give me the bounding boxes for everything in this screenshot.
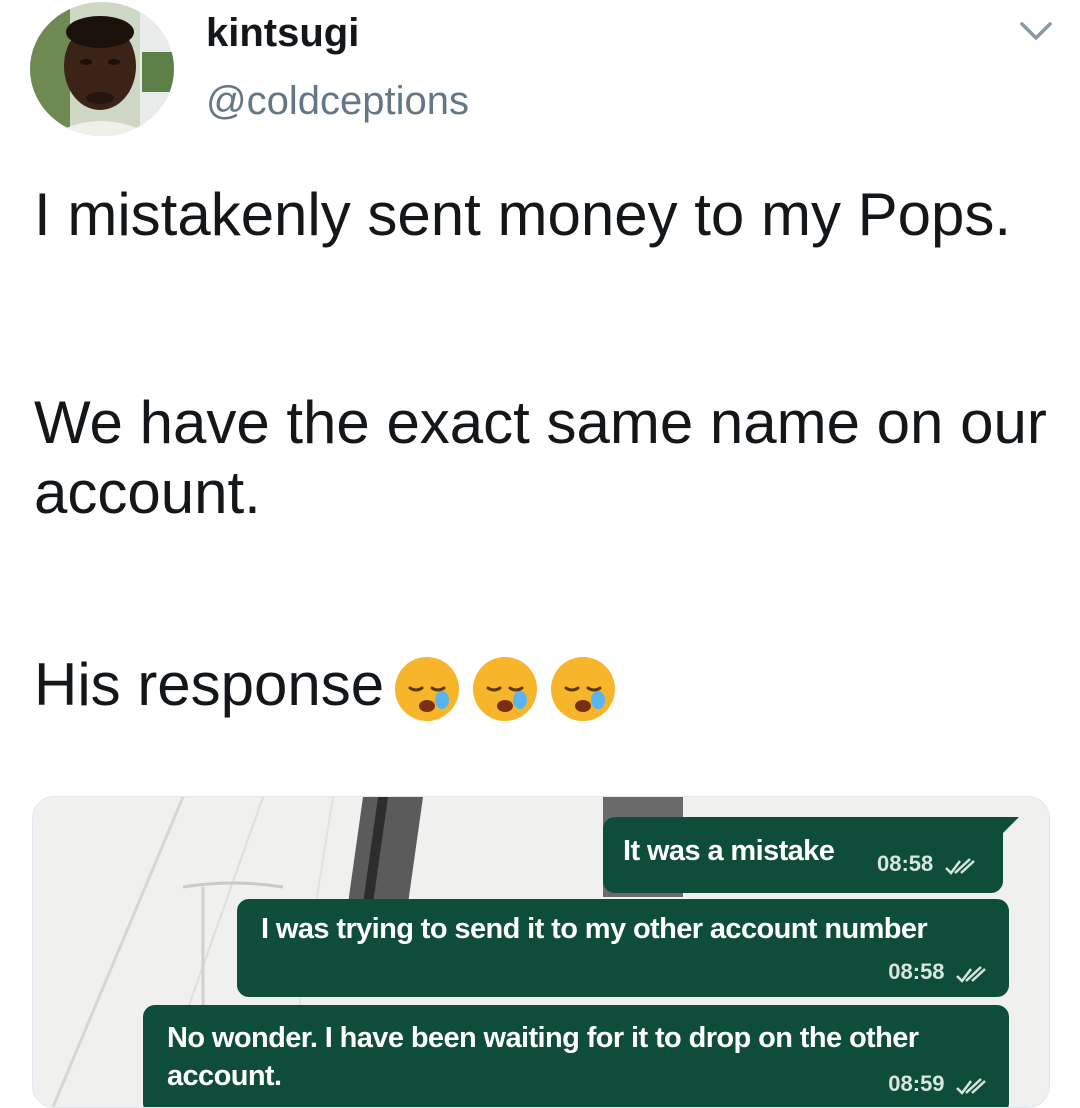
double-tick-icon [956, 965, 986, 983]
tweet-media-image[interactable]: It was a mistake 08:58 I was trying to s… [32, 796, 1050, 1108]
chat-message-text: I was trying to send it to my other acco… [261, 913, 928, 945]
sleepy-face-emoji [473, 657, 538, 722]
tweet-line-3-text: His response [34, 651, 385, 718]
chat-message-text: No wonder. I have been waiting for it to… [167, 1022, 919, 1092]
chat-message-time: 08:58 [888, 959, 945, 984]
tweet-text: I mistakenly sent money to my Pops. We h… [34, 180, 1054, 724]
avatar[interactable] [30, 2, 174, 136]
double-tick-icon [956, 1077, 986, 1095]
bubble-tail [1001, 817, 1019, 835]
chat-message-meta: 08:58 [888, 959, 987, 985]
chat-message-text: It was a mistake [623, 835, 835, 867]
chat-message-bubble: I was trying to send it to my other acco… [237, 899, 1009, 997]
avatar-photo [30, 2, 174, 136]
display-name[interactable]: kintsugi [206, 8, 359, 58]
chat-message-meta: 08:59 [888, 1071, 987, 1097]
chat-message-bubble: No wonder. I have been waiting for it to… [143, 1005, 1009, 1107]
tweet-line-1: I mistakenly sent money to my Pops. [34, 181, 1012, 248]
tweet-line-2: We have the exact same name on our accou… [34, 389, 1047, 526]
double-tick-icon [944, 857, 975, 875]
chat-message-meta: 08:58 [877, 851, 976, 877]
chat-message-time: 08:59 [888, 1071, 945, 1096]
sleepy-face-emoji [551, 657, 616, 722]
user-handle[interactable]: @coldceptions [206, 76, 469, 126]
sleepy-face-emoji [395, 657, 460, 722]
chat-message-time: 08:58 [877, 851, 934, 876]
chat-message-bubble: It was a mistake 08:58 [603, 817, 1019, 893]
chevron-down-icon[interactable] [1016, 16, 1056, 46]
emoji-row [392, 654, 618, 724]
tweet-line-3: His response [34, 650, 1054, 724]
